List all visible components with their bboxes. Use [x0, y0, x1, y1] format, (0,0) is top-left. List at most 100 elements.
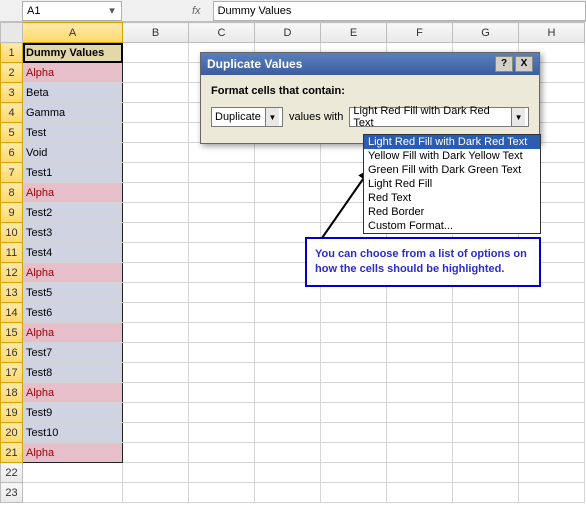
cell[interactable] [453, 423, 519, 443]
cell[interactable]: Test4 [23, 243, 123, 263]
chevron-down-icon[interactable]: ▼ [511, 108, 525, 126]
cell[interactable] [123, 343, 189, 363]
cell[interactable] [123, 163, 189, 183]
cell[interactable] [123, 323, 189, 343]
cell[interactable] [255, 343, 321, 363]
cell[interactable] [453, 443, 519, 463]
dropdown-option[interactable]: Red Text [364, 191, 540, 205]
cell[interactable] [255, 143, 321, 163]
cell[interactable] [255, 163, 321, 183]
cell[interactable] [255, 443, 321, 463]
close-button[interactable]: X [515, 56, 533, 72]
fx-icon[interactable]: fx [192, 5, 201, 17]
cell[interactable] [123, 223, 189, 243]
col-header-C[interactable]: C [189, 23, 255, 43]
col-header-D[interactable]: D [255, 23, 321, 43]
cell[interactable] [255, 403, 321, 423]
cell[interactable] [387, 303, 453, 323]
cell[interactable] [453, 483, 519, 503]
cell[interactable] [123, 263, 189, 283]
cell[interactable] [123, 143, 189, 163]
cell[interactable] [321, 303, 387, 323]
cell[interactable] [453, 403, 519, 423]
cell[interactable] [387, 443, 453, 463]
dialog-titlebar[interactable]: Duplicate Values ? X [201, 53, 539, 75]
cell[interactable] [189, 163, 255, 183]
cell[interactable] [189, 143, 255, 163]
cell[interactable] [387, 403, 453, 423]
cell[interactable] [321, 463, 387, 483]
col-header-E[interactable]: E [321, 23, 387, 43]
cell[interactable] [453, 343, 519, 363]
cell[interactable] [123, 123, 189, 143]
cell[interactable] [519, 363, 585, 383]
cell[interactable] [123, 483, 189, 503]
row-header[interactable]: 15 [1, 323, 23, 343]
row-header[interactable]: 4 [1, 103, 23, 123]
cell[interactable] [123, 423, 189, 443]
cell[interactable] [255, 383, 321, 403]
row-header[interactable]: 20 [1, 423, 23, 443]
formula-bar[interactable]: Dummy Values [213, 1, 586, 21]
cell[interactable] [453, 463, 519, 483]
cell[interactable] [519, 463, 585, 483]
cell[interactable] [255, 303, 321, 323]
dropdown-option[interactable]: Light Red Fill with Dark Red Text [364, 135, 540, 149]
dropdown-option[interactable]: Custom Format... [364, 219, 540, 233]
cell[interactable] [321, 423, 387, 443]
cell[interactable] [123, 63, 189, 83]
cell[interactable] [387, 343, 453, 363]
row-header[interactable]: 12 [1, 263, 23, 283]
cell[interactable] [189, 203, 255, 223]
chevron-down-icon[interactable]: ▼ [265, 108, 279, 126]
cell[interactable] [255, 423, 321, 443]
cell[interactable] [123, 103, 189, 123]
cell[interactable] [321, 443, 387, 463]
cell[interactable] [519, 303, 585, 323]
cell[interactable] [519, 443, 585, 463]
cell[interactable] [189, 283, 255, 303]
cell[interactable]: Test2 [23, 203, 123, 223]
select-all-corner[interactable] [1, 23, 23, 43]
row-header[interactable]: 10 [1, 223, 23, 243]
cell[interactable]: Test7 [23, 343, 123, 363]
row-header[interactable]: 7 [1, 163, 23, 183]
cell[interactable] [255, 483, 321, 503]
cell[interactable] [189, 323, 255, 343]
row-header[interactable]: 6 [1, 143, 23, 163]
cell[interactable]: Test3 [23, 223, 123, 243]
cell[interactable] [519, 423, 585, 443]
cell[interactable]: Alpha [23, 323, 123, 343]
row-header[interactable]: 22 [1, 463, 23, 483]
cell[interactable] [321, 383, 387, 403]
cell[interactable]: Void [23, 143, 123, 163]
cell[interactable]: Test1 [23, 163, 123, 183]
cell[interactable] [519, 403, 585, 423]
row-header[interactable]: 14 [1, 303, 23, 323]
cell[interactable] [189, 263, 255, 283]
cell[interactable]: Test [23, 123, 123, 143]
cell[interactable] [123, 443, 189, 463]
cell[interactable]: Dummy Values [23, 43, 123, 63]
cell[interactable] [255, 363, 321, 383]
cell[interactable] [255, 463, 321, 483]
cell[interactable] [123, 383, 189, 403]
cell[interactable] [123, 463, 189, 483]
format-dropdown-list[interactable]: Light Red Fill with Dark Red TextYellow … [363, 134, 541, 234]
cell[interactable] [189, 443, 255, 463]
cell[interactable]: Test9 [23, 403, 123, 423]
chevron-down-icon[interactable]: ▾ [107, 4, 117, 17]
cell[interactable] [189, 463, 255, 483]
cell[interactable] [189, 303, 255, 323]
cell[interactable]: Test5 [23, 283, 123, 303]
col-header-A[interactable]: A [23, 23, 123, 43]
help-button[interactable]: ? [495, 56, 513, 72]
cell[interactable] [519, 343, 585, 363]
cell[interactable] [255, 323, 321, 343]
cell[interactable]: Beta [23, 83, 123, 103]
row-header[interactable]: 16 [1, 343, 23, 363]
cell[interactable] [123, 403, 189, 423]
row-header[interactable]: 18 [1, 383, 23, 403]
cell[interactable] [519, 483, 585, 503]
cell[interactable] [387, 383, 453, 403]
